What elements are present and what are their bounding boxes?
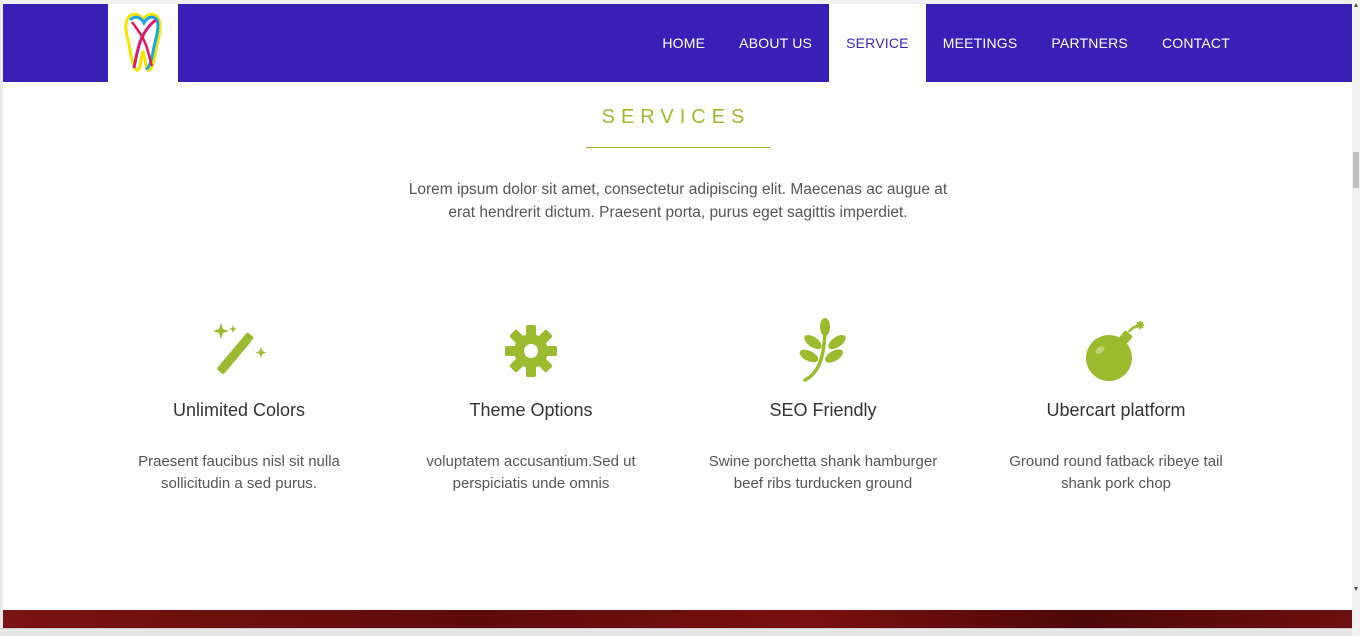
feature-desc-line-1: Praesent faucibus nisl sit nulla xyxy=(138,453,340,470)
main-navbar: HOME ABOUT US SERVICE MEETINGS PARTNERS … xyxy=(3,4,1352,82)
feature-desc-line-1: Ground round fatback ribeye tail xyxy=(1009,453,1223,470)
feature-desc-line-2: perspiciatis unde omnis xyxy=(452,475,610,492)
feature-title: Theme Options xyxy=(469,400,593,420)
feature-title: Unlimited Colors xyxy=(172,400,306,420)
vertical-scrollbar[interactable]: ▲ ▼ xyxy=(1352,0,1360,636)
nav-item-home[interactable]: HOME xyxy=(645,4,722,82)
intro-line-2: erat hendrerit dictum. Praesent porta, p… xyxy=(448,204,908,221)
feature-theme-options: Theme Options voluptatem accusantium.Sed… xyxy=(391,316,671,495)
scrollbar-thumb[interactable] xyxy=(1353,152,1359,188)
feature-desc-line-2: beef ribs turducken ground xyxy=(733,475,913,492)
nav-item-meetings[interactable]: MEETINGS xyxy=(926,4,1035,82)
gear-icon xyxy=(505,325,557,377)
feature-description: Ground round fatback ribeye tail shank p… xyxy=(976,451,1256,495)
nav-item-about-us[interactable]: ABOUT US xyxy=(722,4,829,82)
feature-description: Swine porchetta shank hamburger beef rib… xyxy=(683,451,963,495)
title-divider xyxy=(586,147,770,148)
page-viewport: HOME ABOUT US SERVICE MEETINGS PARTNERS … xyxy=(0,0,1352,636)
services-intro: Lorem ipsum dolor sit amet, consectetur … xyxy=(376,178,980,224)
window-left-edge xyxy=(0,0,3,636)
site-logo[interactable] xyxy=(108,4,178,82)
feature-ubercart-platform: Ubercart platform Ground round fatback r… xyxy=(976,316,1256,495)
feature-desc-line-1: Swine porchetta shank hamburger xyxy=(708,453,938,470)
nav-item-partners[interactable]: PARTNERS xyxy=(1034,4,1145,82)
nav-menu: HOME ABOUT US SERVICE MEETINGS PARTNERS … xyxy=(645,4,1247,82)
feature-title: Ubercart platform xyxy=(1046,400,1186,420)
browser-status-strip xyxy=(0,628,1352,636)
section-title: SERVICES xyxy=(601,106,751,128)
scroll-up-icon[interactable]: ▲ xyxy=(1352,2,1360,10)
intro-line-1: Lorem ipsum dolor sit amet, consectetur … xyxy=(408,181,948,198)
feature-seo-friendly: SEO Friendly Swine porchetta shank hambu… xyxy=(683,316,963,495)
feature-desc-line-2: sollicitudin a sed purus. xyxy=(161,475,317,492)
bomb-icon xyxy=(1086,321,1144,381)
leaf-icon xyxy=(799,318,846,382)
tooth-logo-icon xyxy=(124,12,162,72)
feature-desc-line-1: voluptatem accusantium.Sed ut xyxy=(426,453,636,470)
feature-description: voluptatem accusantium.Sed ut perspiciat… xyxy=(391,451,671,495)
nav-item-service[interactable]: SERVICE xyxy=(829,4,926,82)
nav-item-contact[interactable]: CONTACT xyxy=(1145,4,1247,82)
feature-desc-line-2: shank pork chop xyxy=(1060,475,1172,492)
scroll-down-icon[interactable]: ▼ xyxy=(1352,586,1360,594)
feature-description: Praesent faucibus nisl sit nulla sollici… xyxy=(99,451,379,495)
magic-wand-icon xyxy=(213,323,267,374)
feature-title: SEO Friendly xyxy=(769,400,877,420)
feature-unlimited-colors: Unlimited Colors Praesent faucibus nisl … xyxy=(99,316,379,495)
